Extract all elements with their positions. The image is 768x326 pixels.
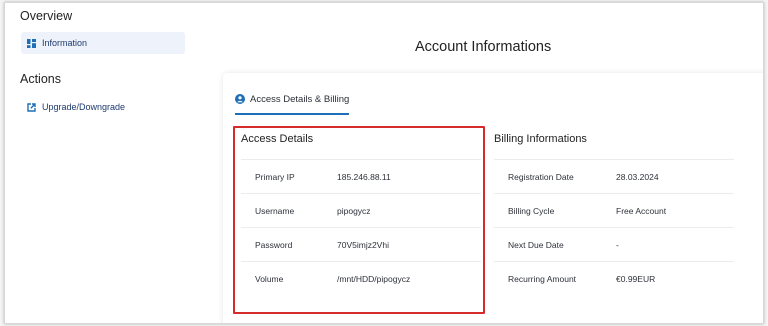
row-label: Volume [255,273,284,284]
overview-section-title: Overview [20,9,73,23]
account-card: Access Details & Billing Access Details … [223,73,763,323]
sidebar-item-label: Upgrade/Downgrade [42,102,126,112]
actions-section-title: Actions [20,72,61,86]
table-row: Next Due Date - [494,227,734,261]
sidebar-item-upgrade-downgrade[interactable]: Upgrade/Downgrade [21,96,185,118]
table-row: Password 70V5imjz2Vhi [241,227,481,261]
app-window: Overview Information Actions Upgrade/Dow… [4,2,764,324]
row-label: Recurring Amount [508,273,577,284]
access-details-table: Primary IP 185.246.88.11 Username pipogy… [241,159,481,299]
table-row: Registration Date 28.03.2024 [494,159,734,193]
row-value: Free Account [616,205,667,216]
row-value: 185.246.88.11 [337,171,391,182]
row-value: 70V5imjz2Vhi [337,239,389,250]
table-row: Recurring Amount €0.99EUR [494,261,734,295]
table-row: Volume /mnt/HDD/pipogycz [241,261,481,295]
row-value: pipogycz [337,205,371,216]
row-label: Next Due Date [508,239,564,250]
row-label: Primary IP [255,171,295,182]
table-row: Username pipogycz [241,193,481,227]
billing-table: Registration Date 28.03.2024 Billing Cyc… [494,159,734,299]
user-circle-icon [235,94,245,104]
row-value: €0.99EUR [616,273,656,284]
billing-title: Billing Informations [494,133,587,145]
row-value: 28.03.2024 [616,171,659,182]
row-value: /mnt/HDD/pipogycz [337,273,411,284]
row-label: Billing Cycle [508,205,555,216]
tab-access-details-billing[interactable]: Access Details & Billing [235,83,349,115]
row-label: Password [255,239,293,250]
row-label: Username [255,205,295,216]
active-tab-indicator [235,113,349,115]
table-row: Billing Cycle Free Account [494,193,734,227]
sidebar: Overview Information Actions Upgrade/Dow… [5,3,205,323]
row-label: Registration Date [508,171,574,182]
row-value: - [616,239,619,250]
table-row: Primary IP 185.246.88.11 [241,159,481,193]
access-details-title: Access Details [241,133,314,145]
external-link-icon [27,102,36,112]
page-title: Account Informations [415,39,552,55]
grid-icon [27,38,36,48]
sidebar-item-information[interactable]: Information [21,32,185,54]
sidebar-item-label: Information [42,38,88,48]
tab-label: Access Details & Billing [250,93,350,105]
